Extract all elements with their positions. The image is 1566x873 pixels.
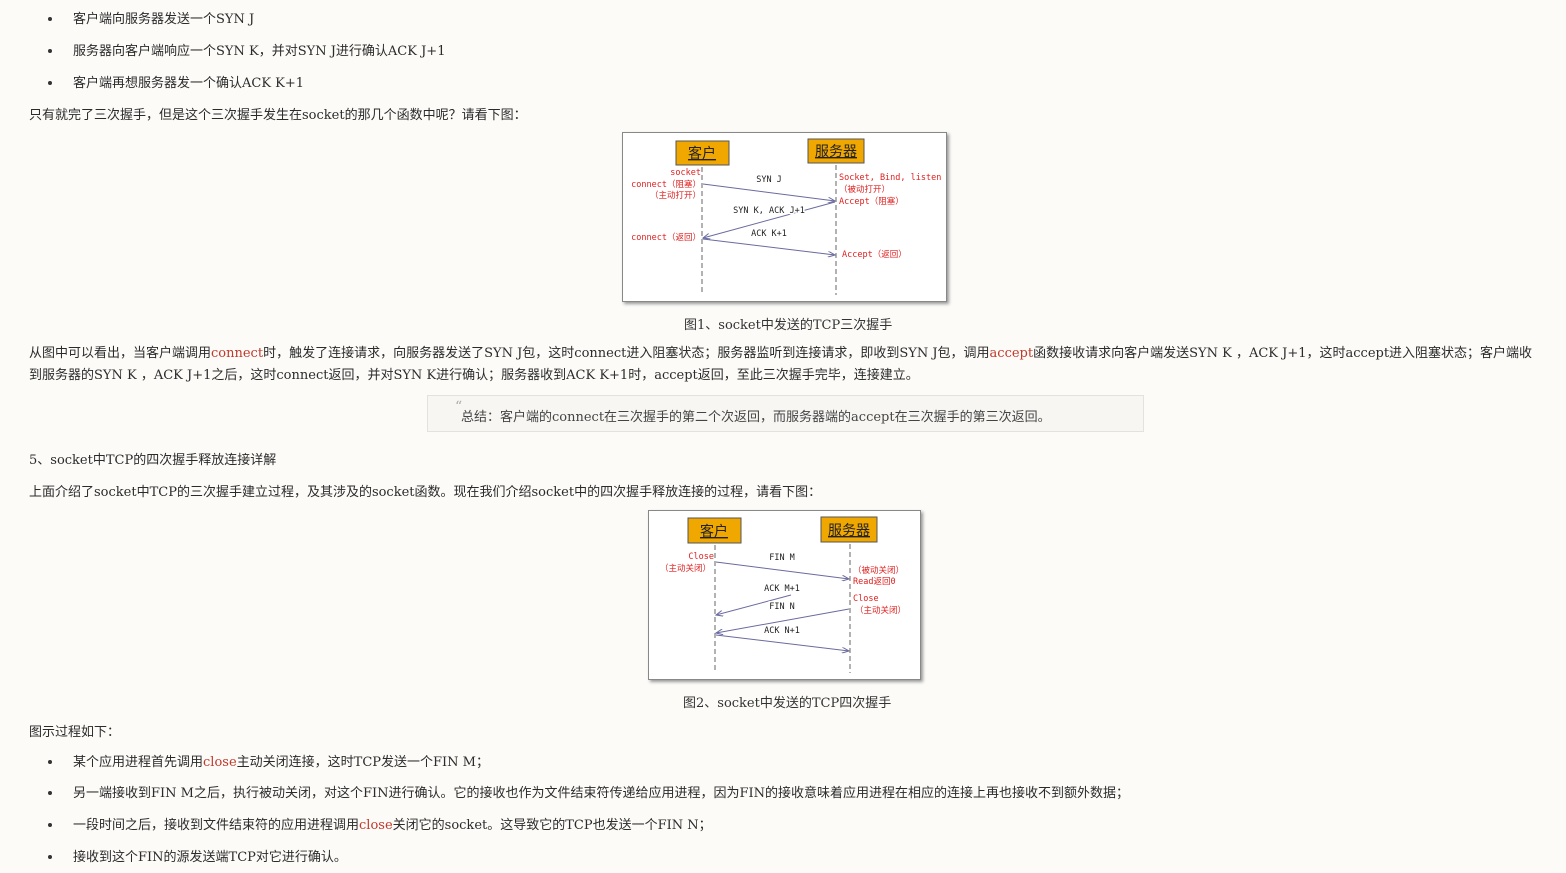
text-run: 一段时间之后，接收到文件结束符的应用进程调用 <box>73 818 360 833</box>
server-note: （主动关闭） <box>855 605 906 616</box>
msg-label: FIN M <box>769 553 795 563</box>
ack-arrow <box>702 238 835 255</box>
client-note: Close <box>688 552 714 562</box>
list-item: 服务器向客户端响应一个SYN K，并对SYN J进行确认ACK J+1 <box>73 44 446 59</box>
close-link[interactable]: close <box>203 755 237 770</box>
handshake-diagram: 客户 服务器 socket connect（阻塞） （主动打开） connect… <box>631 138 941 295</box>
msg-label: FIN N <box>769 602 795 612</box>
fin-m-arrow <box>715 561 849 579</box>
server-note: Accept（阻塞） <box>839 196 904 207</box>
three-way-handshake-figure: 客户 服务器 socket connect（阻塞） （主动打开） connect… <box>622 132 947 302</box>
process-label: 图示过程如下： <box>29 725 121 740</box>
bullet-dot <box>48 855 52 859</box>
text-run: 关闭它的socket。这导致它的TCP也发送一个FIN N； <box>392 818 712 833</box>
client-note: connect（返回） <box>631 232 701 243</box>
server-note: （被动打开） <box>839 184 890 195</box>
server-note: （被动关闭） <box>853 565 904 576</box>
close-link[interactable]: close <box>359 818 393 833</box>
bullet-dot <box>48 760 52 764</box>
summary-quote: “ 总结：客户端的connect在三次握手的第二个次返回，而服务器端的accep… <box>427 395 1144 432</box>
section-intro: 上面介绍了socket中TCP的三次握手建立过程，及其涉及的socket函数。现… <box>29 485 822 500</box>
msg-label: ACK N+1 <box>764 626 800 636</box>
client-note: connect（阻塞） <box>631 179 701 190</box>
list-item: 一段时间之后，接收到文件结束符的应用进程调用close关闭它的socket。这导… <box>73 814 712 833</box>
bullet-dot <box>48 823 52 827</box>
figure2-caption: 图2、socket中发送的TCP四次握手 <box>683 696 892 711</box>
list-item: 客户端向服务器发送一个SYN J <box>73 12 255 27</box>
section-heading: 5、socket中TCP的四次握手释放连接详解 <box>29 453 277 468</box>
list-item: 某个应用进程首先调用close主动关闭连接，这时TCP发送一个FIN M； <box>73 751 489 770</box>
intro-paragraph: 只有就完了三次握手，但是这个三次握手发生在socket的那几个函数中呢？请看下图… <box>29 108 527 123</box>
text-run: 主动关闭连接，这时TCP发送一个FIN M； <box>236 755 489 770</box>
bullet-dot <box>48 17 52 21</box>
client-label: 客户 <box>688 145 716 162</box>
close-handshake-diagram: 客户 服务器 Close （主动关闭） （被动关闭） Read返回0 Close… <box>660 516 906 673</box>
msg-label: SYN K, ACK J+1 <box>733 206 805 216</box>
list-item: 客户端再想服务器发一个确认ACK K+1 <box>73 76 305 91</box>
bullet-dot <box>48 791 52 795</box>
figure1-caption: 图1、socket中发送的TCP三次握手 <box>684 318 893 333</box>
server-note: Accept（返回） <box>842 249 907 260</box>
syn-arrow <box>702 183 835 201</box>
bullet-dot <box>48 81 52 85</box>
text-run: 从图中可以看出，当客户端调用 <box>29 346 212 361</box>
server-label: 服务器 <box>815 144 857 160</box>
four-way-handshake-figure: 客户 服务器 Close （主动关闭） （被动关闭） Read返回0 Close… <box>648 510 921 680</box>
bullet-dot <box>48 49 52 53</box>
msg-label: SYN J <box>756 175 782 185</box>
msg-label: ACK K+1 <box>751 229 787 239</box>
accept-link[interactable]: accept <box>990 346 1034 361</box>
client-note: socket <box>670 168 701 178</box>
msg-label: ACK M+1 <box>764 584 800 594</box>
list-item: 接收到这个FIN的源发送端TCP对它进行确认。 <box>73 850 347 865</box>
server-label: 服务器 <box>828 523 870 539</box>
text-run: 某个应用进程首先调用 <box>73 755 204 770</box>
list-item: 另一端接收到FIN M之后，执行被动关闭，对这个FIN进行确认。它的接收也作为文… <box>73 786 1130 801</box>
connect-link[interactable]: connect <box>211 346 263 361</box>
server-note: Socket, Bind, listen <box>839 173 941 183</box>
server-note: Close <box>853 594 879 604</box>
client-label: 客户 <box>700 523 728 540</box>
client-note: （主动打开） <box>650 190 701 201</box>
client-note: （主动关闭） <box>660 563 711 574</box>
text-run: 时，触发了连接请求，向服务器发送了SYN J包，这时connect进入阻塞状态；… <box>263 346 990 361</box>
explanation-paragraph: 从图中可以看出，当客户端调用connect时，触发了连接请求，向服务器发送了SY… <box>29 343 1544 387</box>
server-note: Read返回0 <box>853 576 896 587</box>
ack-n-arrow <box>715 634 849 651</box>
quote-text: 总结：客户端的connect在三次握手的第二个次返回，而服务器端的accept在… <box>461 410 1051 425</box>
